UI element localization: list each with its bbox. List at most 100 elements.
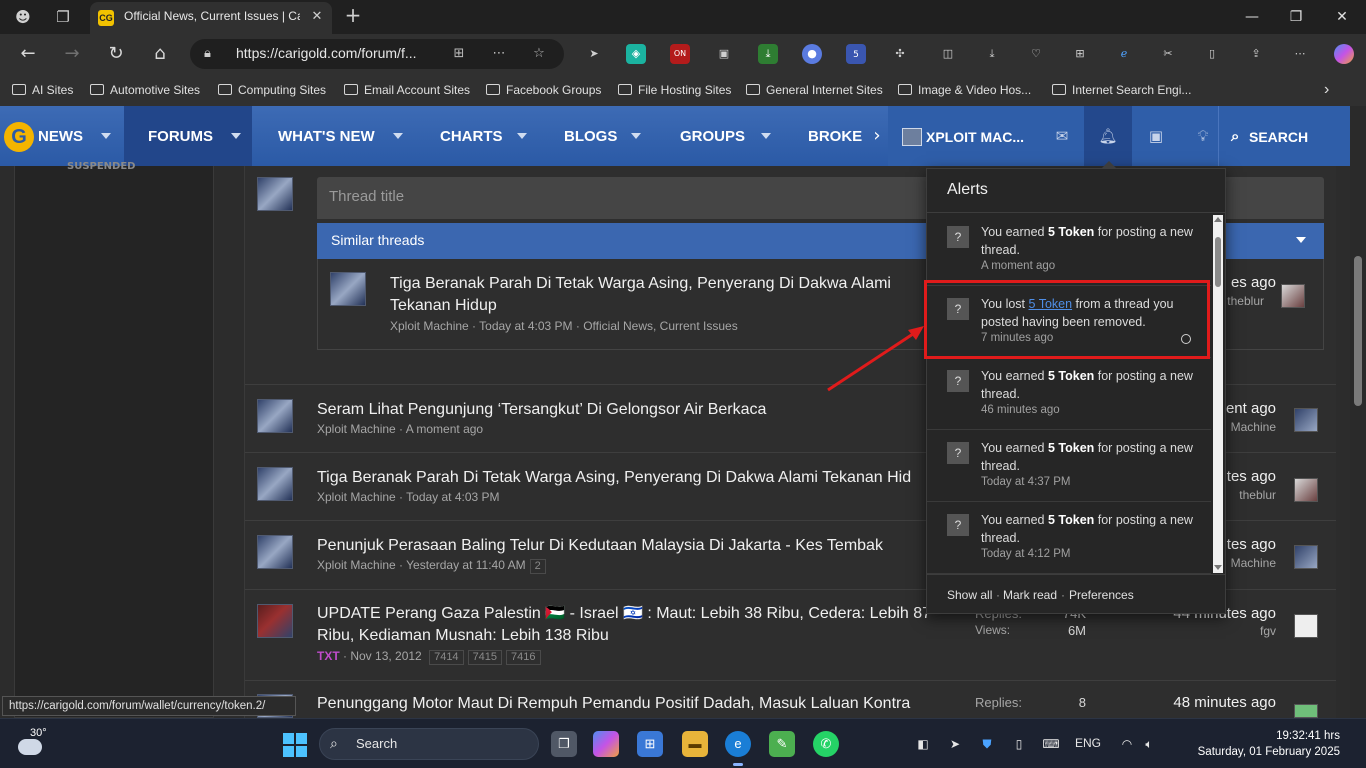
volume-icon[interactable]: 🔈︎	[1140, 735, 1158, 753]
alert-item[interactable]: ? You earned 5 Token for posting a new t…	[927, 502, 1211, 574]
split-screen-icon[interactable]: ◫	[938, 44, 958, 64]
bookmark-folder-3[interactable]: Email Account Sites	[344, 80, 470, 100]
nav-tab-whats-new[interactable]: WHAT'S NEW	[278, 106, 418, 166]
bookmark-folder-1[interactable]: Automotive Sites	[90, 80, 200, 100]
last-poster-avatar[interactable]	[1281, 284, 1305, 308]
user-avatar[interactable]	[257, 604, 293, 638]
page-scrollbar[interactable]	[1350, 106, 1366, 718]
edge-browser-icon[interactable]: e	[725, 731, 751, 766]
settings-more-icon[interactable]: ⋯	[1290, 44, 1310, 64]
search-button[interactable]: ⌕ SEARCH	[1218, 106, 1350, 166]
page-link[interactable]: 7414	[429, 650, 464, 665]
last-poster-avatar[interactable]	[1294, 478, 1318, 502]
minimize-icon[interactable]: —	[1240, 6, 1264, 28]
page-link[interactable]: 2	[529, 559, 546, 574]
user-avatar[interactable]	[257, 535, 293, 569]
similar-thread-title[interactable]: Tiga Beranak Parah Di Tetak Warga Asing,…	[390, 273, 891, 317]
new-tab-button[interactable]: +	[342, 5, 364, 27]
chevron-down-icon[interactable]	[1296, 237, 1306, 243]
scrollbar-thumb[interactable]	[1354, 256, 1362, 406]
nav-tab-brokers[interactable]: BROKE	[808, 106, 866, 166]
user-avatar[interactable]	[257, 467, 293, 501]
chevron-down-icon[interactable]	[231, 133, 241, 139]
downloads-icon[interactable]: ⤓	[982, 44, 1002, 64]
taskbar-search-box[interactable]: ⌕ Search	[319, 728, 539, 760]
alerts-scrollbar[interactable]	[1213, 215, 1223, 573]
ie-mode-icon[interactable]: ℯ	[1114, 44, 1134, 64]
green-extension-icon[interactable]: ◈	[626, 44, 646, 64]
puzzle-extensions-icon[interactable]: ✣	[890, 44, 910, 64]
thread-title[interactable]: Penunggang Motor Maut Di Rempuh Pemandu …	[317, 693, 910, 715]
alert-item[interactable]: ? You earned 5 Token for posting a new t…	[927, 430, 1211, 502]
mark-read-link[interactable]: Mark read	[1003, 588, 1057, 602]
system-clock[interactable]: 19:32:41 hrs Saturday, 01 February 2025	[1160, 728, 1340, 762]
workspaces-icon[interactable]: ❐	[52, 6, 74, 28]
nav-tab-forums[interactable]: FORUMS	[124, 106, 252, 166]
nav-tab-news[interactable]: NEWS	[38, 106, 124, 166]
thread-title[interactable]: Tiga Beranak Parah Di Tetak Warga Asing,…	[317, 467, 927, 489]
chevron-down-icon[interactable]	[631, 133, 641, 139]
thread-title[interactable]: Penunjuk Perasaan Baling Telur Di Keduta…	[317, 535, 883, 557]
address-bar[interactable]: 🔒︎ https://carigold.com/forum/f... ⊞ ⋯ ☆	[190, 39, 564, 69]
download-extension-icon[interactable]: ⤓	[758, 44, 778, 64]
store-icon[interactable]: ⊞	[637, 731, 663, 757]
chevron-down-icon[interactable]	[761, 133, 771, 139]
wallet-icon[interactable]: ▣	[1144, 124, 1168, 148]
forward-icon[interactable]: →	[60, 42, 84, 66]
thread-title[interactable]: Seram Lihat Pengunjung ‘Tersangkut’ Di G…	[317, 399, 766, 421]
alert-item[interactable]: ? You earned 5 Token for posting a new t…	[927, 358, 1211, 430]
counter-extension-icon[interactable]: 5	[846, 44, 866, 64]
nav-tab-blogs[interactable]: BLOGS	[564, 106, 654, 166]
wifi-icon[interactable]: ◠	[1118, 735, 1136, 753]
usb-device-icon[interactable]: ▯	[1010, 735, 1028, 753]
task-view-icon[interactable]: ❐	[551, 731, 577, 757]
user-avatar[interactable]	[902, 128, 922, 146]
chevron-down-icon[interactable]	[393, 133, 403, 139]
bookmark-folder-8[interactable]: Internet Search Engi...	[1052, 80, 1191, 100]
back-icon[interactable]: ←	[16, 42, 40, 66]
user-avatar[interactable]	[257, 177, 293, 211]
close-tab-icon[interactable]: ✕	[308, 8, 326, 26]
inbox-envelope-icon[interactable]: ✉	[1050, 124, 1074, 148]
home-icon[interactable]: ⌂	[148, 42, 172, 66]
copilot-icon[interactable]	[1334, 44, 1354, 64]
notepad-sheet-icon[interactable]: ✎	[769, 731, 795, 757]
file-explorer-icon[interactable]: ▬	[682, 731, 708, 757]
weather-widget[interactable]: 30°	[18, 727, 78, 761]
image-extension-icon[interactable]: ▣	[714, 44, 734, 64]
thread-prefix-badge[interactable]: TXT	[317, 649, 340, 663]
scrollbar-thumb[interactable]	[1215, 237, 1221, 287]
start-windows-icon[interactable]	[283, 733, 307, 757]
bookmark-folder-2[interactable]: Computing Sites	[218, 80, 326, 100]
last-post-time[interactable]: 48 minutes ago	[1156, 694, 1276, 711]
chevron-down-icon[interactable]	[517, 133, 527, 139]
bookmark-folder-7[interactable]: Image & Video Hos...	[898, 80, 1031, 100]
more-page-icon[interactable]: ⋯	[490, 45, 508, 63]
language-indicator[interactable]: ENG	[1075, 736, 1101, 750]
user-avatar[interactable]	[330, 272, 366, 306]
browser-tab-active[interactable]: CG Official News, Current Issues | Carig…	[90, 2, 332, 34]
last-poster-avatar[interactable]	[1294, 704, 1318, 718]
last-poster-avatar[interactable]	[1294, 545, 1318, 569]
bookmark-folder-0[interactable]: AI Sites	[12, 80, 73, 100]
carigold-logo[interactable]: G	[4, 122, 34, 152]
last-post-user[interactable]: fgv	[1210, 624, 1276, 638]
restore-icon[interactable]: ❐	[1284, 6, 1308, 28]
lightbulb-icon[interactable]: 💡︎	[1191, 124, 1215, 148]
username-link[interactable]: XPLOIT MAC...	[926, 106, 1036, 166]
chevron-down-icon[interactable]	[101, 133, 111, 139]
whatsapp-icon[interactable]: ✆	[813, 731, 839, 757]
show-all-link[interactable]: Show all	[947, 588, 992, 602]
screenshot-icon[interactable]: ✂	[1158, 44, 1178, 64]
profile-avatar-icon[interactable]: ☻	[12, 6, 34, 28]
close-window-icon[interactable]: ✕	[1330, 6, 1354, 28]
user-avatar[interactable]	[257, 399, 293, 433]
telegram-icon[interactable]: ➤	[946, 735, 964, 753]
nav-tab-groups[interactable]: GROUPS	[680, 106, 780, 166]
tray-app-icon[interactable]: ◧	[914, 735, 932, 753]
favorite-star-icon[interactable]: ☆	[530, 45, 548, 63]
bookmark-folder-6[interactable]: General Internet Sites	[746, 80, 883, 100]
scroll-up-arrow-icon[interactable]	[1214, 217, 1222, 222]
url-text[interactable]: https://carigold.com/forum/f...	[236, 45, 436, 63]
thread-title[interactable]: UPDATE Perang Gaza Palestin 🇵🇸 - Israel …	[317, 603, 931, 647]
